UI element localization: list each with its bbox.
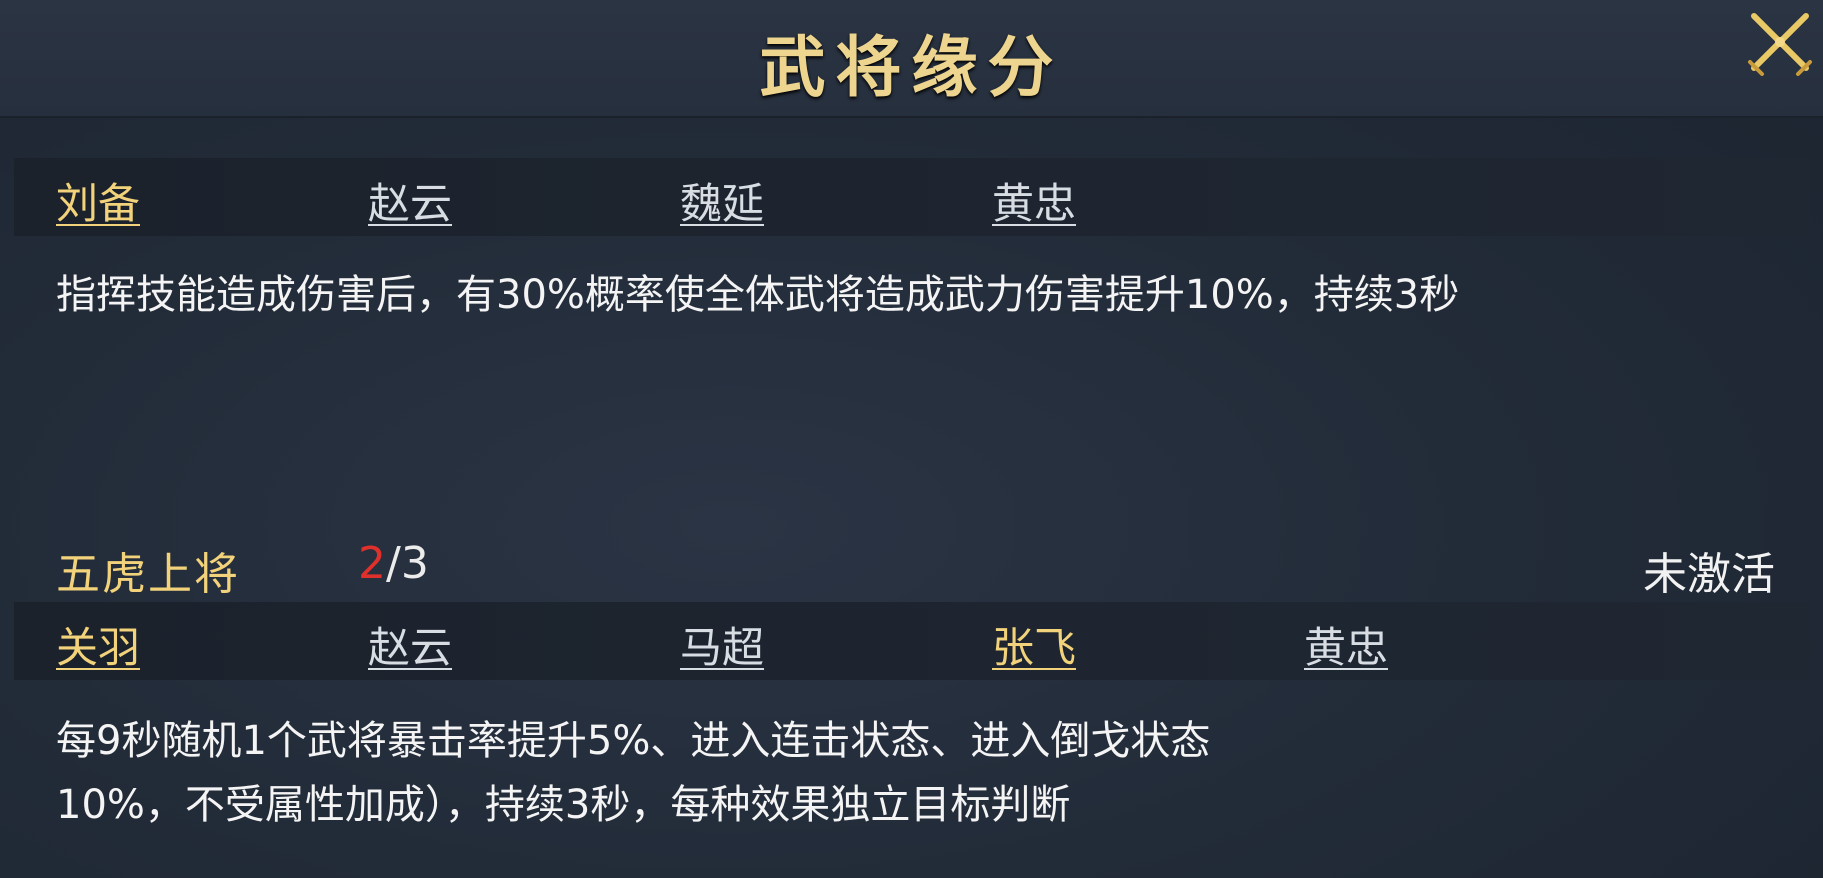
crossed-swords-close-icon <box>1748 13 1812 76</box>
bond2-description-line1: 每9秒随机1个武将暴击率提升5%、进入连击状态、进入倒戈状态 <box>56 718 1211 764</box>
bond2-heroes-row <box>14 602 1809 680</box>
bond2-hero-huangzhong[interactable]: 黄忠 <box>1304 614 1388 675</box>
bond1-heroes-row <box>14 158 1809 236</box>
bond2-hero-guanyu[interactable]: 关羽 <box>56 614 140 675</box>
bond1-hero-zhaoyun[interactable]: 赵云 <box>368 170 452 231</box>
bond2-progress: 2/3 <box>358 538 429 589</box>
title-bar: 武将缘分 <box>0 0 1823 118</box>
bond2-progress-total: /3 <box>386 538 429 589</box>
bond1-hero-liubei[interactable]: 刘备 <box>56 170 140 231</box>
bond1-hero-huangzhong[interactable]: 黄忠 <box>992 170 1076 231</box>
bond1-description: 指挥技能造成伤害后，有30%概率使全体武将造成武力伤害提升10%，持续3秒 <box>56 272 1460 318</box>
page-title: 武将缘分 <box>759 28 1064 106</box>
bond2-hero-zhaoyun[interactable]: 赵云 <box>368 614 452 675</box>
bond2-status: 未激活 <box>1643 549 1775 600</box>
bond2-name: 五虎上将 <box>56 549 240 600</box>
bond2-hero-zhangfei[interactable]: 张飞 <box>992 614 1076 675</box>
close-button[interactable] <box>1742 6 1818 82</box>
bond2-description-line2: 10%，不受属性加成），持续3秒，每种效果独立目标判断 <box>56 782 1071 828</box>
bond2-progress-current: 2 <box>358 538 386 589</box>
bond-panel: 武将缘分 刘备 赵云 魏延 黄忠 指挥技能造成伤害后，有30%概率使全体武将造成… <box>0 0 1823 878</box>
bond2-hero-machao[interactable]: 马超 <box>680 614 764 675</box>
bond1-hero-weiyan[interactable]: 魏延 <box>680 170 764 231</box>
